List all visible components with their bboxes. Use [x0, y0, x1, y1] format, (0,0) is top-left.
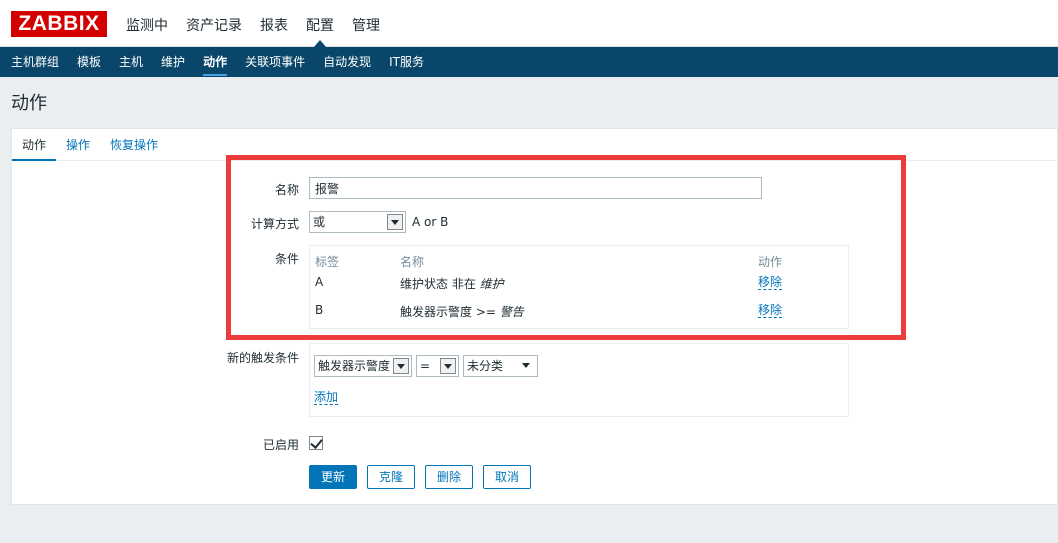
condition-a-tag: A — [315, 275, 324, 289]
condition-a-remove-link[interactable]: 移除 — [758, 275, 783, 290]
new-condition-label: 新的触发条件 — [226, 351, 299, 365]
new-condition-type-value: 触发器示警度 — [318, 359, 391, 373]
conditions-label: 条件 — [274, 252, 299, 266]
chevron-down-icon — [387, 214, 403, 230]
enabled-checkbox[interactable] — [309, 436, 323, 450]
new-condition-value-select[interactable]: 未分类 — [463, 355, 538, 377]
condition-b-name: 触发器示警度 >= 警告 — [400, 305, 524, 319]
menu-monitoring[interactable]: 监测中 — [126, 15, 168, 35]
menu-inventory[interactable]: 资产记录 — [186, 15, 242, 35]
subnav-templates[interactable]: 模板 — [77, 47, 101, 77]
add-condition-link[interactable]: 添加 — [314, 390, 339, 405]
new-condition-operator-select[interactable]: = — [416, 355, 459, 377]
new-condition-type-select[interactable]: 触发器示警度 — [314, 355, 412, 377]
condition-b-remove-link[interactable]: 移除 — [758, 303, 783, 318]
subnav-host-groups[interactable]: 主机群组 — [11, 47, 59, 77]
chevron-down-icon — [440, 358, 456, 374]
subnav-maintenance[interactable]: 维护 — [161, 47, 185, 77]
condition-a-name: 维护状态 非在 维护 — [400, 277, 504, 291]
main-menu: 监测中 资产记录 报表 配置 管理 — [126, 15, 398, 47]
menu-configuration[interactable]: 配置 — [306, 15, 334, 47]
name-input[interactable] — [309, 177, 762, 199]
conditions-header-name: 名称 — [400, 255, 425, 269]
new-condition-value-value: 未分类 — [467, 359, 504, 373]
delete-button[interactable]: 删除 — [425, 465, 473, 489]
top-header: ZABBIX 监测中 资产记录 报表 配置 管理 — [0, 0, 1058, 47]
sub-navigation: 主机群组 模板 主机 维护 动作 关联项事件 自动发现 IT服务 — [0, 47, 1058, 77]
cancel-button[interactable]: 取消 — [483, 465, 531, 489]
subnav-actions[interactable]: 动作 — [203, 47, 228, 77]
calc-type-select[interactable]: 或 — [309, 211, 406, 233]
subnav-discovery[interactable]: 自动发现 — [323, 47, 371, 77]
calc-formula: A or B — [412, 215, 449, 229]
chevron-down-icon — [519, 358, 535, 374]
tab-operations[interactable]: 操作 — [56, 129, 100, 161]
form-tabs: 动作 操作 恢复操作 — [12, 129, 1058, 161]
update-button[interactable]: 更新 — [309, 465, 357, 489]
subnav-it-services[interactable]: IT服务 — [389, 47, 424, 77]
condition-b-tag: B — [315, 303, 324, 317]
calc-type-label: 计算方式 — [250, 217, 299, 231]
calc-type-value: 或 — [313, 215, 326, 229]
enabled-label: 已启用 — [262, 438, 299, 452]
new-condition-operator-value: = — [420, 359, 431, 373]
zabbix-logo[interactable]: ZABBIX — [11, 11, 107, 37]
menu-reports[interactable]: 报表 — [260, 15, 288, 35]
action-form-panel: 动作 操作 恢复操作 名称 计算方式 或 A or B 条件 标签 名称 动作 … — [11, 128, 1058, 505]
page-title: 动作 — [11, 93, 47, 114]
name-label: 名称 — [274, 183, 299, 197]
tab-action[interactable]: 动作 — [12, 129, 57, 161]
subnav-event-correlation[interactable]: 关联项事件 — [245, 47, 305, 77]
clone-button[interactable]: 克隆 — [367, 465, 415, 489]
subnav-hosts[interactable]: 主机 — [119, 47, 143, 77]
conditions-header-action: 动作 — [758, 255, 783, 269]
conditions-table: 标签 名称 动作 A 维护状态 非在 维护 移除 B 触发器示警度 >= 警告 … — [309, 245, 849, 329]
tab-recovery-operations[interactable]: 恢复操作 — [100, 129, 168, 161]
conditions-header-tag: 标签 — [315, 255, 340, 269]
chevron-down-icon — [393, 358, 409, 374]
menu-administration[interactable]: 管理 — [352, 15, 380, 35]
